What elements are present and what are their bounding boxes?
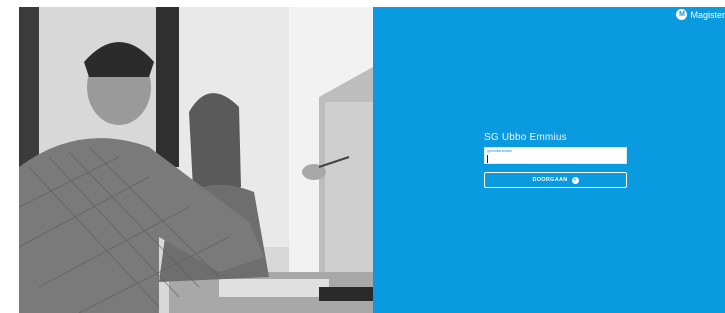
login-panel: M Magister SG Ubbo Emmius gebruikersnaam… xyxy=(373,7,725,313)
arrow-right-circle-icon: › xyxy=(571,176,579,184)
school-name: SG Ubbo Emmius xyxy=(484,132,567,143)
hero-photo xyxy=(19,7,373,313)
brand[interactable]: M Magister xyxy=(676,9,725,20)
hero-photo-illustration xyxy=(19,7,373,313)
magister-logo-icon: M xyxy=(676,9,688,20)
continue-button-label: DOORGAAN xyxy=(532,177,568,183)
continue-button[interactable]: DOORGAAN › xyxy=(484,172,627,188)
username-input[interactable] xyxy=(487,154,622,163)
username-label: gebruikersnaam xyxy=(487,149,513,153)
brand-name: Magister xyxy=(690,9,725,20)
text-caret xyxy=(487,155,488,163)
username-field[interactable]: gebruikersnaam xyxy=(484,147,627,164)
